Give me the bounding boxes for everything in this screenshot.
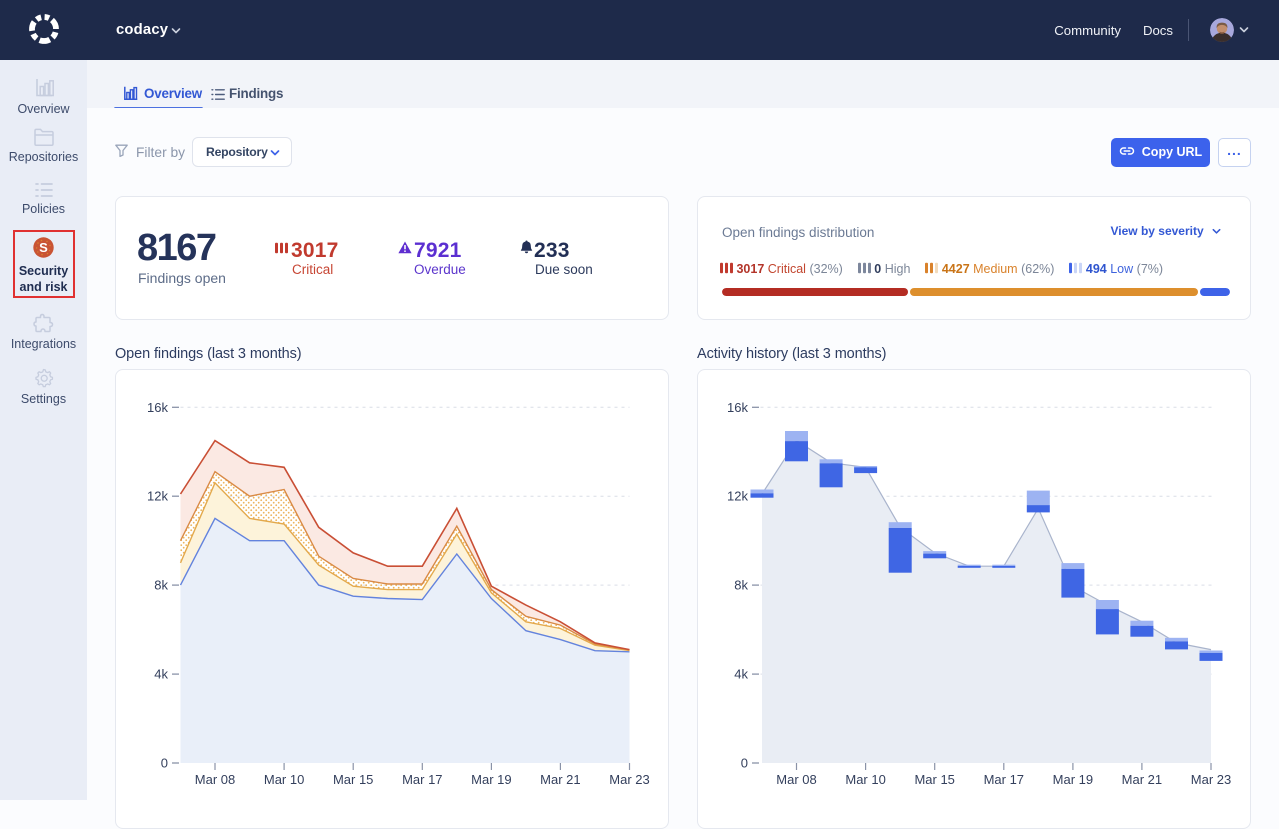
svg-text:Mar 10: Mar 10 xyxy=(264,772,304,787)
svg-text:12k: 12k xyxy=(147,489,168,504)
svg-text:Mar 15: Mar 15 xyxy=(914,772,954,787)
svg-text:Mar 23: Mar 23 xyxy=(1191,772,1231,787)
svg-text:S: S xyxy=(39,240,48,255)
svg-text:0: 0 xyxy=(161,756,168,771)
svg-text:8k: 8k xyxy=(154,578,168,593)
svg-text:4k: 4k xyxy=(154,667,168,682)
svg-text:Mar 17: Mar 17 xyxy=(402,772,442,787)
svg-text:0: 0 xyxy=(741,756,748,771)
svg-text:Mar 15: Mar 15 xyxy=(333,772,373,787)
svg-text:4k: 4k xyxy=(734,667,748,682)
svg-text:Mar 08: Mar 08 xyxy=(195,772,235,787)
svg-text:12k: 12k xyxy=(727,489,748,504)
svg-text:16k: 16k xyxy=(147,400,168,415)
svg-text:Mar 19: Mar 19 xyxy=(471,772,511,787)
svg-text:Mar 19: Mar 19 xyxy=(1053,772,1093,787)
svg-text:8k: 8k xyxy=(734,578,748,593)
svg-text:Mar 21: Mar 21 xyxy=(540,772,580,787)
svg-text:Mar 08: Mar 08 xyxy=(776,772,816,787)
svg-text:Mar 23: Mar 23 xyxy=(609,772,649,787)
svg-text:Mar 21: Mar 21 xyxy=(1122,772,1162,787)
svg-text:Mar 10: Mar 10 xyxy=(845,772,885,787)
svg-text:Mar 17: Mar 17 xyxy=(984,772,1024,787)
svg-text:16k: 16k xyxy=(727,400,748,415)
